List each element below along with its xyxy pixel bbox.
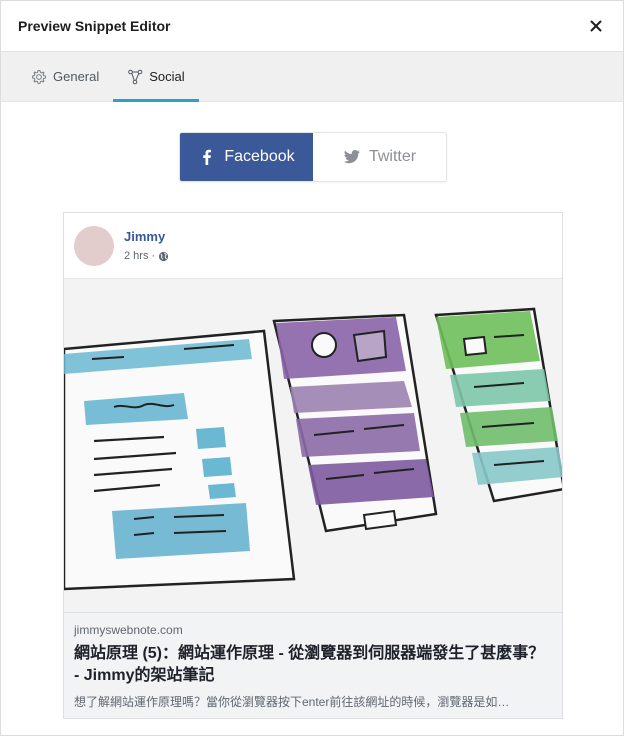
facebook-label: Facebook bbox=[224, 148, 295, 165]
modal-header: Preview Snippet Editor bbox=[1, 1, 623, 52]
preview-snippet-editor-modal: Preview Snippet Editor General Social Fa… bbox=[0, 0, 624, 736]
close-icon bbox=[590, 20, 602, 32]
tab-general-label: General bbox=[53, 69, 100, 84]
post-header: Jimmy 2 hrs · bbox=[64, 213, 562, 279]
share-icon bbox=[128, 69, 143, 84]
tab-social-label: Social bbox=[149, 69, 185, 84]
link-preview-box[interactable]: jimmyswebnote.com 網站原理 (5)：網站運作原理 - 從瀏覽器… bbox=[64, 612, 562, 718]
globe-icon bbox=[159, 251, 169, 261]
tab-general[interactable]: General bbox=[17, 52, 113, 101]
modal-title: Preview Snippet Editor bbox=[18, 18, 171, 34]
twitter-toggle-button[interactable]: Twitter bbox=[313, 133, 446, 181]
post-time-text: 2 hrs · bbox=[124, 250, 156, 262]
facebook-post-preview: Jimmy 2 hrs · jimmyswebnote.com 網站原理 (5)… bbox=[63, 212, 563, 719]
twitter-icon bbox=[343, 150, 360, 164]
avatar bbox=[74, 225, 114, 266]
gear-icon bbox=[32, 69, 46, 84]
link-preview-image bbox=[64, 279, 562, 612]
link-description: 想了解網站運作原理嗎？當你從瀏覽器按下enter前往該網址的時候，瀏覽器是如… bbox=[74, 695, 510, 709]
facebook-toggle-button[interactable]: Facebook bbox=[180, 133, 313, 181]
sketch-desktop-wireframe bbox=[64, 329, 296, 591]
close-button[interactable] bbox=[585, 15, 607, 37]
network-switch: Facebook Twitter bbox=[179, 132, 447, 182]
twitter-label: Twitter bbox=[368, 148, 417, 165]
tab-social[interactable]: Social bbox=[113, 52, 200, 102]
author-name: Jimmy bbox=[124, 229, 166, 244]
post-time: 2 hrs · bbox=[124, 250, 169, 262]
facebook-icon bbox=[203, 149, 212, 165]
tab-bar: General Social bbox=[1, 52, 623, 102]
post-meta: Jimmy 2 hrs · bbox=[124, 229, 169, 262]
link-title: 網站原理 (5)：網站運作原理 - 從瀏覽器到伺服器端發生了甚麼事？ - Jim… bbox=[74, 645, 545, 684]
link-domain: jimmyswebnote.com bbox=[74, 623, 183, 637]
